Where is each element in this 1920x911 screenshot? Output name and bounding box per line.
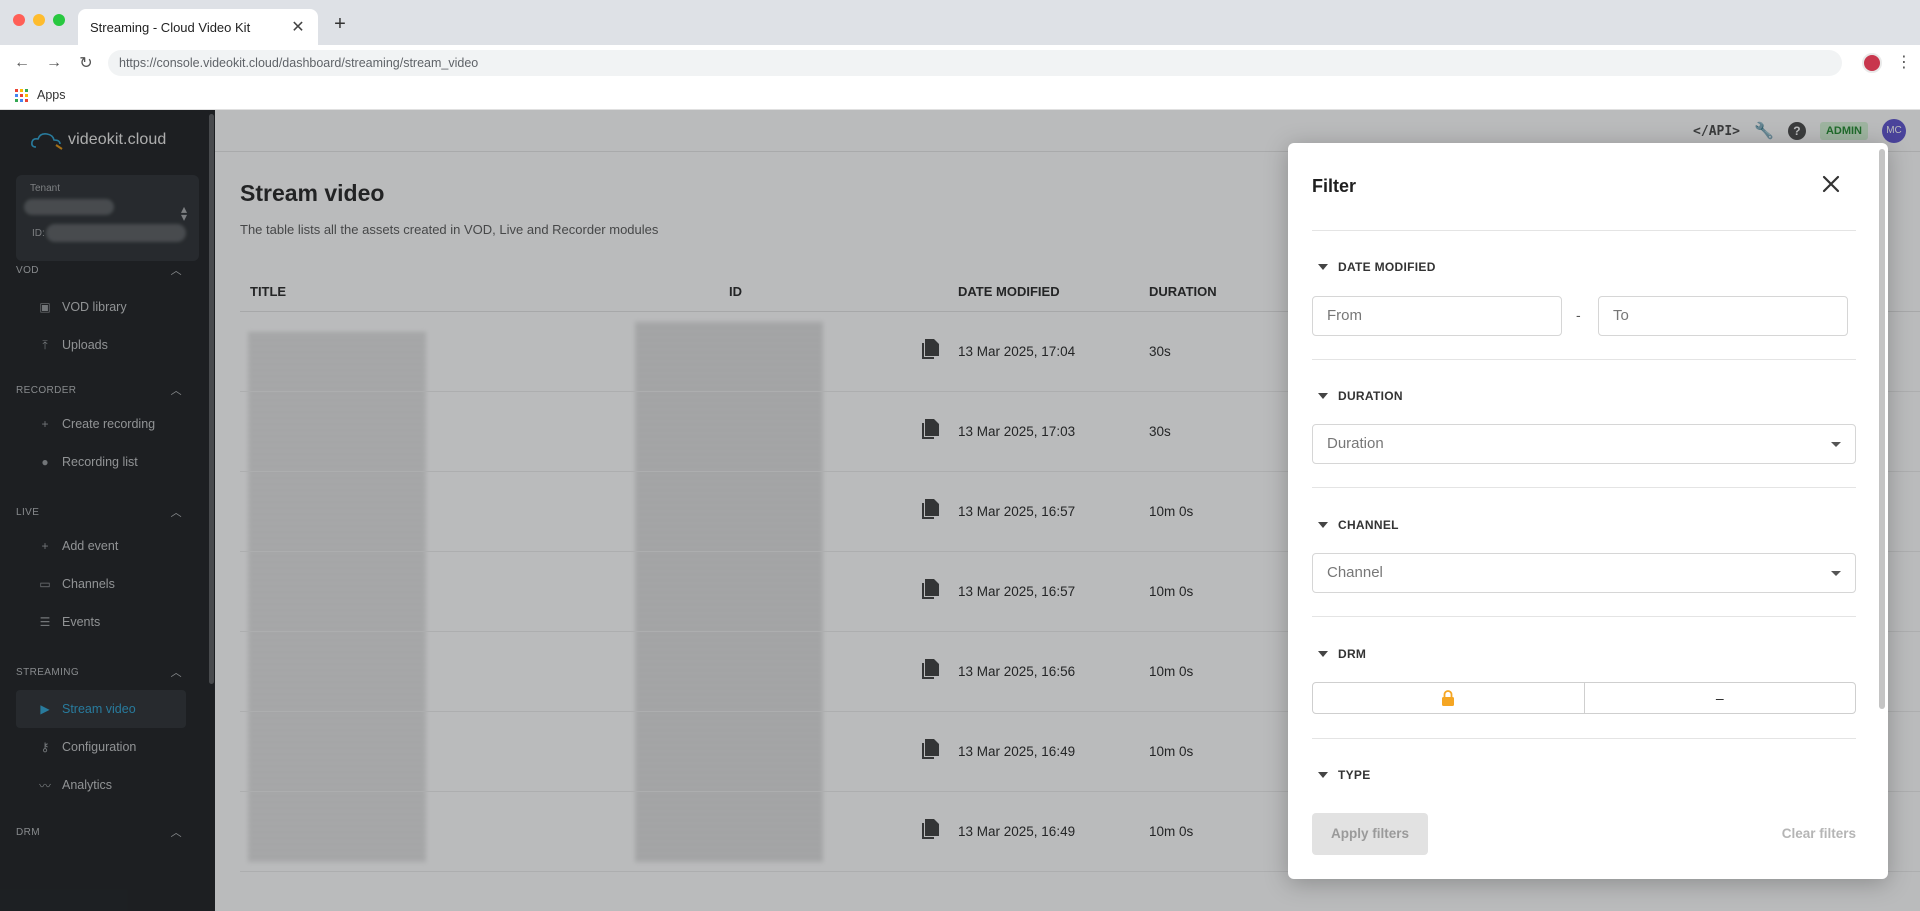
url-input[interactable]: https://console.videokit.cloud/dashboard… [108,50,1842,76]
caret-down-icon [1318,651,1328,657]
address-bar-row: ← → ↻ https://console.videokit.cloud/das… [0,45,1920,81]
section-heading: DRM [1338,647,1367,661]
caret-down-icon [1831,571,1841,576]
clear-filters-button[interactable]: Clear filters [1758,813,1856,855]
divider [1312,738,1856,739]
drm-section-toggle[interactable]: DRM [1318,647,1366,661]
caret-down-icon [1318,264,1328,270]
duration-select[interactable]: Duration [1312,424,1856,464]
select-value: Channel [1327,564,1383,581]
date-from-input[interactable]: From [1312,296,1562,336]
sidebar-dim-overlay [0,110,215,911]
divider [1312,230,1856,231]
section-heading: DATE MODIFIED [1338,260,1436,274]
apps-grid-icon[interactable] [15,89,28,102]
filter-title: Filter [1312,176,1357,196]
bookmarks-bar: Apps [0,81,1920,110]
type-section-toggle[interactable]: TYPE [1318,768,1371,782]
filter-scrollbar[interactable] [1879,149,1885,709]
tab-title: Streaming - Cloud Video Kit [90,19,251,35]
select-value: Duration [1327,435,1384,452]
channel-select[interactable]: Channel [1312,553,1856,593]
caret-down-icon [1318,772,1328,778]
browser-tab[interactable]: Streaming - Cloud Video Kit ✕ [78,9,318,45]
browser-tab-strip: Streaming - Cloud Video Kit ✕ + [0,0,1920,45]
close-window-button[interactable] [13,14,25,26]
channel-section-toggle[interactable]: CHANNEL [1318,518,1399,532]
lock-icon [1442,690,1455,706]
browser-menu-icon[interactable]: ⋮ [1896,53,1912,73]
divider [1312,616,1856,617]
duration-section-toggle[interactable]: DURATION [1318,389,1403,403]
new-tab-icon[interactable]: + [330,14,350,34]
drm-enabled-button[interactable] [1313,683,1584,713]
apply-filters-button[interactable]: Apply filters [1312,813,1428,855]
drm-disabled-button[interactable]: – [1583,683,1856,713]
reload-icon[interactable]: ↻ [76,53,96,73]
date-range-separator: - [1576,307,1581,323]
maximize-window-button[interactable] [53,14,65,26]
filter-panel: Filter DATE MODIFIED From - To DURATION … [1288,143,1888,879]
caret-down-icon [1318,393,1328,399]
divider [1312,359,1856,360]
drm-toggle-group: – [1312,682,1856,714]
date-modified-section-toggle[interactable]: DATE MODIFIED [1318,260,1436,274]
caret-down-icon [1318,522,1328,528]
close-tab-icon[interactable]: ✕ [290,17,306,37]
profile-avatar[interactable] [1862,53,1882,73]
divider [1312,487,1856,488]
date-to-input[interactable]: To [1598,296,1848,336]
back-icon[interactable]: ← [12,53,32,73]
minimize-window-button[interactable] [33,14,45,26]
section-heading: TYPE [1338,768,1371,782]
apps-bookmark[interactable]: Apps [37,88,66,102]
forward-icon[interactable]: → [44,53,64,73]
caret-down-icon [1831,442,1841,447]
close-icon[interactable] [1820,173,1842,195]
section-heading: CHANNEL [1338,518,1399,532]
section-heading: DURATION [1338,389,1403,403]
